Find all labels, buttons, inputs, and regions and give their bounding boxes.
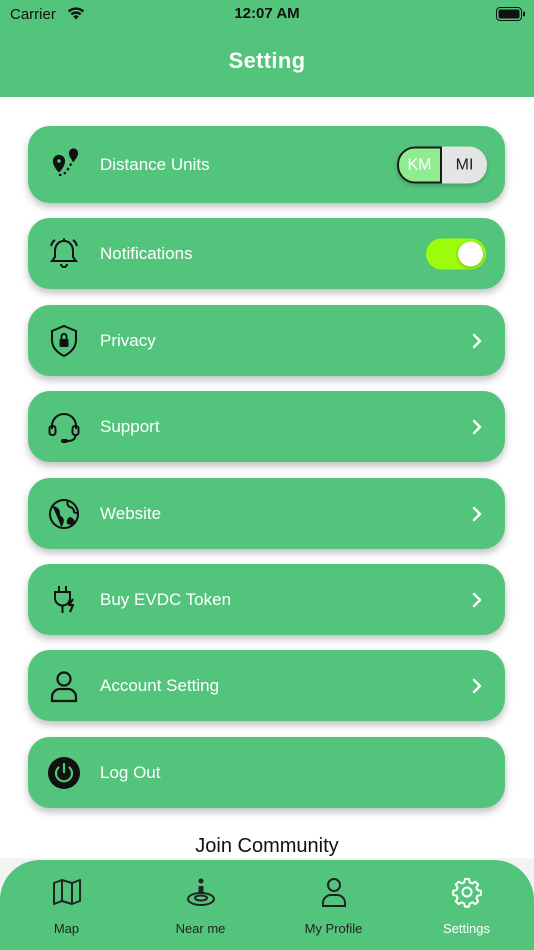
page-title: Setting [228,48,306,73]
power-icon [48,756,80,789]
distance-units-label: Distance Units [100,154,210,174]
chevron-right-icon [472,506,482,521]
status-bar: Carrier 12:07 AM [0,4,534,26]
map-icon [52,879,81,905]
clock: 12:07 AM [234,5,300,22]
plug-charge-icon [54,585,75,613]
support-row[interactable]: Support [28,391,505,462]
profile-icon [321,878,346,907]
logout-row[interactable]: Log Out [28,737,505,808]
tab-settings[interactable]: Settings [400,860,533,950]
notifications-row: Notifications [28,218,505,289]
tab-bar: Map Near me My Profile Settings [0,860,534,950]
tab-map[interactable]: Map [0,860,133,950]
tab-settings-label: Settings [443,921,490,936]
battery-icon [496,7,525,21]
gear-icon [451,878,482,908]
join-community-label[interactable]: Join Community [0,835,534,858]
logout-label: Log Out [100,762,161,782]
website-label: Website [100,503,162,523]
chevron-right-icon [472,333,482,348]
globe-icon [49,498,79,529]
map-pin-route-icon [52,147,79,176]
distance-unit-toggle[interactable]: KM MI [397,146,487,183]
chevron-right-icon [472,678,482,693]
privacy-label: Privacy [100,330,156,350]
account-setting-row[interactable]: Account Setting [28,650,505,721]
tab-my-profile[interactable]: My Profile [267,860,400,950]
notifications-switch[interactable] [426,238,486,269]
tab-near-me[interactable]: Near me [134,860,267,950]
distance-units-row: Distance Units KM MI [28,126,505,203]
buy-token-label: Buy EVDC Token [100,589,232,609]
notifications-label: Notifications [100,243,193,263]
unit-km-option[interactable]: KM [397,146,442,183]
app-header: Carrier 12:07 AM Setting [0,0,534,97]
bell-icon [50,238,78,268]
switch-knob [458,241,483,266]
tab-near-me-label: Near me [175,921,226,936]
website-row[interactable]: Website [28,478,505,549]
unit-mi-option[interactable]: MI [442,146,487,183]
chevron-right-icon [472,419,482,434]
chevron-right-icon [472,592,482,607]
shield-lock-icon [51,324,77,357]
user-icon [50,670,78,702]
tab-map-label: Map [53,921,80,936]
buy-token-row[interactable]: Buy EVDC Token [28,564,505,635]
tab-my-profile-label: My Profile [304,921,363,936]
location-person-icon [186,878,215,906]
support-label: Support [100,416,160,436]
privacy-row[interactable]: Privacy [28,305,505,376]
headset-icon [48,412,80,443]
account-setting-label: Account Setting [100,675,220,695]
